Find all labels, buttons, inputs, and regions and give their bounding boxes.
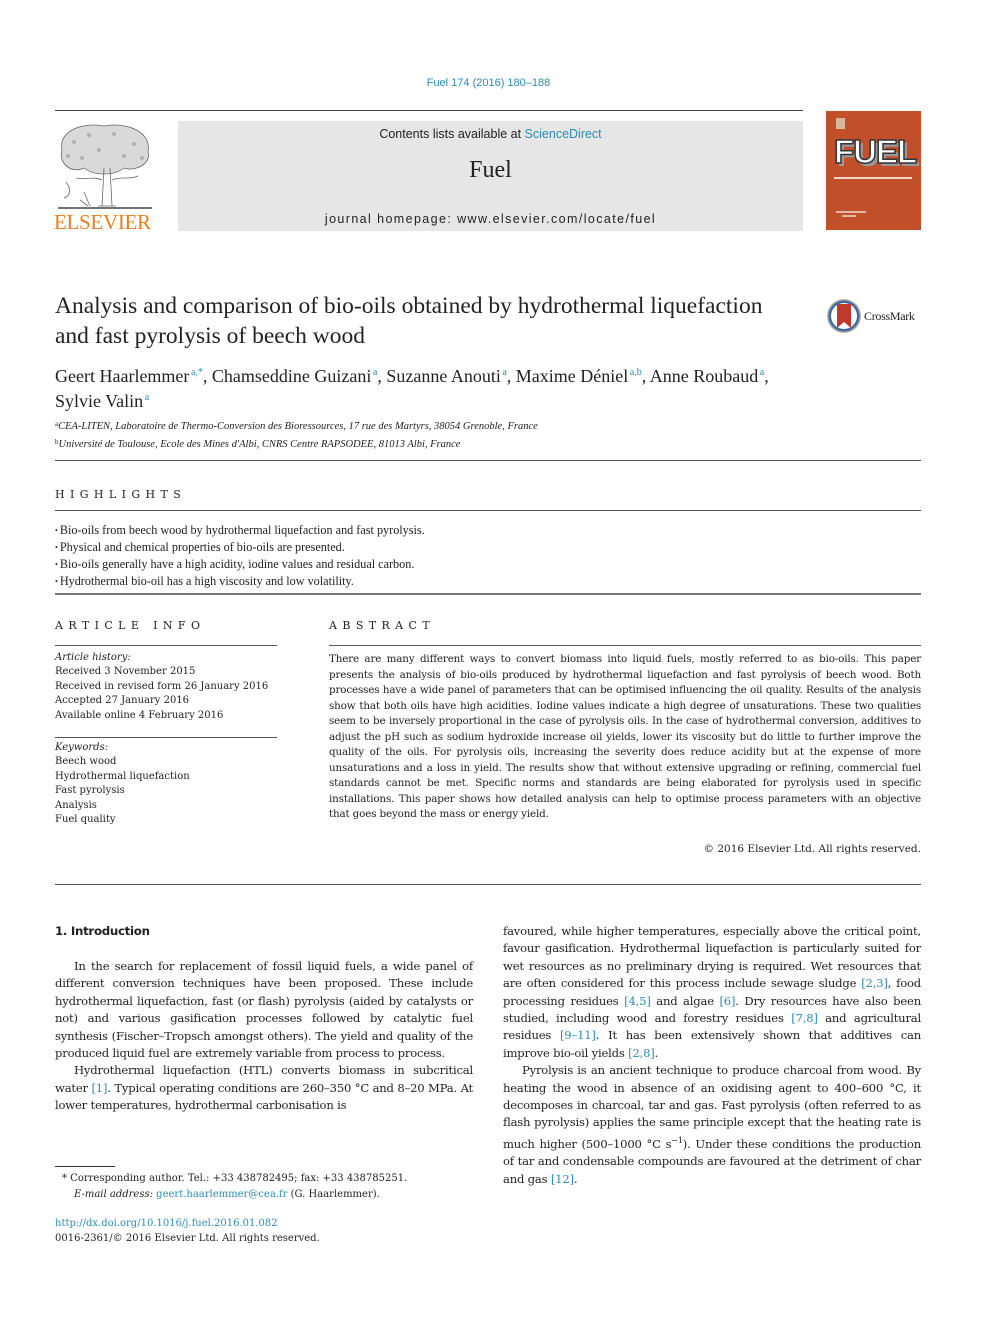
corresponding-author-note: * Corresponding author. Tel.: +33 438782…: [62, 1173, 408, 1184]
affiliations: aCEA-LITEN, Laboratoire de Thermo-Conver…: [55, 417, 538, 452]
section-divider: [55, 737, 277, 738]
text-run: .: [573, 1171, 578, 1186]
highlight-item: Physical and chemical properties of bio-…: [55, 539, 425, 556]
text-run: .: [654, 1045, 659, 1060]
email-label: E-mail address:: [74, 1189, 157, 1200]
citation-link[interactable]: [9–11]: [560, 1028, 596, 1042]
section-divider: [55, 645, 277, 646]
sciencedirect-link[interactable]: ScienceDirect: [525, 127, 602, 141]
doi-block: http://dx.doi.org/10.1016/j.fuel.2016.01…: [55, 1217, 320, 1246]
body-paragraph: Pyrolysis is an ancient technique to pro…: [503, 1062, 921, 1188]
affiliation-marker[interactable]: a: [145, 392, 149, 403]
keywords: Keywords: Beech wood Hydrothermal liquef…: [55, 741, 190, 827]
text-run: and algae: [650, 993, 720, 1008]
journal-title: Fuel: [469, 157, 512, 183]
cover-footer-line: [836, 211, 866, 213]
author-name[interactable]: Suzanne Anouti a: [386, 366, 506, 386]
history-item: Available online 4 February 2016: [55, 709, 224, 721]
highlight-item: Bio-oils generally have a high acidity, …: [55, 556, 425, 573]
history-label: Article history:: [55, 652, 131, 663]
citation-link[interactable]: [6]: [719, 994, 735, 1008]
article-history: Article history: Received 3 November 201…: [55, 651, 268, 723]
email-link[interactable]: geert.haarlemmer@cea.fr: [156, 1189, 287, 1200]
history-item: Received 3 November 2015: [55, 666, 196, 678]
doi-link[interactable]: http://dx.doi.org/10.1016/j.fuel.2016.01…: [55, 1217, 320, 1232]
citation-link[interactable]: [4,5]: [624, 994, 651, 1008]
citation-link[interactable]: [2,3]: [861, 976, 888, 990]
email-suffix: (G. Haarlemmer).: [287, 1189, 380, 1200]
text-run: In the search for replacement of fossil …: [55, 959, 473, 1061]
journal-header-box: Contents lists available at ScienceDirec…: [178, 121, 803, 231]
history-item: Accepted 27 January 2016: [55, 695, 190, 707]
body-column-right: favoured, while higher temperatures, esp…: [503, 923, 921, 1188]
section-divider: [55, 460, 921, 461]
section-divider: [55, 593, 921, 595]
cover-title: FUEL: [833, 132, 918, 171]
journal-cover-image[interactable]: FUEL: [826, 111, 921, 230]
keyword-item: Fuel quality: [55, 814, 116, 826]
abstract-copyright: © 2016 Elsevier Ltd. All rights reserved…: [703, 843, 921, 855]
body-column-left: In the search for replacement of fossil …: [55, 958, 473, 1115]
highlights-list: Bio-oils from beech wood by hydrothermal…: [55, 522, 425, 590]
body-paragraph: In the search for replacement of fossil …: [55, 958, 473, 1062]
header-rule: [55, 110, 803, 111]
cover-subtitle-line: [834, 177, 912, 179]
affiliation-item: bUniversité de Toulouse, Ecole des Mines…: [55, 437, 461, 450]
section-heading-introduction: 1. Introduction: [55, 924, 150, 938]
journal-reference-link[interactable]: Fuel 174 (2016) 180–188: [0, 77, 977, 89]
affiliation-marker[interactable]: a,b: [630, 367, 642, 378]
cover-footer-line: [842, 215, 856, 217]
citation-link[interactable]: [1]: [91, 1081, 107, 1095]
keyword-item: Analysis: [55, 799, 97, 811]
keywords-label: Keywords:: [55, 742, 109, 753]
section-divider: [55, 884, 921, 885]
author-name[interactable]: Geert Haarlemmer a,*: [55, 366, 203, 386]
body-paragraph: favoured, while higher temperatures, esp…: [503, 923, 921, 1062]
citation-link[interactable]: [12]: [551, 1172, 574, 1186]
article-info-heading: ARTICLE INFO: [55, 619, 206, 632]
highlight-item: Bio-oils from beech wood by hydrothermal…: [55, 522, 425, 539]
affiliation-item: aCEA-LITEN, Laboratoire de Thermo-Conver…: [55, 420, 538, 432]
citation-link[interactable]: [7,8]: [791, 1011, 818, 1025]
superscript: −1: [671, 1135, 683, 1145]
author-name[interactable]: Maxime Déniel a,b: [516, 366, 642, 386]
body-paragraph: Hydrothermal liquefaction (HTL) converts…: [55, 1062, 473, 1114]
footnotes: * Corresponding author. Tel.: +33 438782…: [62, 1171, 407, 1203]
affiliation-marker[interactable]: a,*: [191, 367, 203, 378]
issn-copyright: 0016-2361/© 2016 Elsevier Ltd. All right…: [55, 1232, 320, 1244]
keyword-item: Beech wood: [55, 756, 117, 768]
elsevier-wordmark: ELSEVIER: [54, 210, 151, 234]
author-name[interactable]: Anne Roubaud a: [650, 366, 764, 386]
cover-publisher-badge: [836, 118, 845, 129]
author-list: Geert Haarlemmer a,*, Chamseddine Guizan…: [55, 366, 769, 411]
email-note: E-mail address: geert.haarlemmer@cea.fr …: [62, 1187, 407, 1203]
author-name[interactable]: Chamseddine Guizani a: [212, 366, 377, 386]
abstract-text: There are many different ways to convert…: [329, 653, 921, 821]
text-run: favoured, while higher temperatures, esp…: [503, 924, 921, 991]
highlight-item: Hydrothermal bio-oil has a high viscosit…: [55, 573, 425, 590]
contents-line: Contents lists available at ScienceDirec…: [178, 127, 803, 141]
contents-prefix: Contents lists available at: [379, 127, 525, 141]
text-run: . Typical operating conditions are 260–3…: [55, 1080, 474, 1113]
section-divider: [55, 510, 921, 511]
keyword-item: Fast pyrolysis: [55, 785, 125, 797]
highlights-heading: HIGHLIGHTS: [55, 488, 187, 501]
footnote-rule: [55, 1166, 115, 1167]
citation-link[interactable]: [2,8]: [628, 1046, 655, 1060]
keyword-item: Hydrothermal liquefaction: [55, 770, 190, 782]
crossmark-label[interactable]: CrossMark: [864, 309, 915, 324]
history-item: Received in revised form 26 January 2016: [55, 680, 269, 692]
abstract-heading: ABSTRACT: [329, 619, 436, 632]
journal-homepage-link[interactable]: journal homepage: www.elsevier.com/locat…: [178, 212, 803, 226]
article-title: Analysis and comparison of bio-oils obta…: [55, 293, 763, 349]
author-name[interactable]: Sylvie Valin a: [55, 391, 149, 411]
section-divider: [329, 645, 921, 646]
